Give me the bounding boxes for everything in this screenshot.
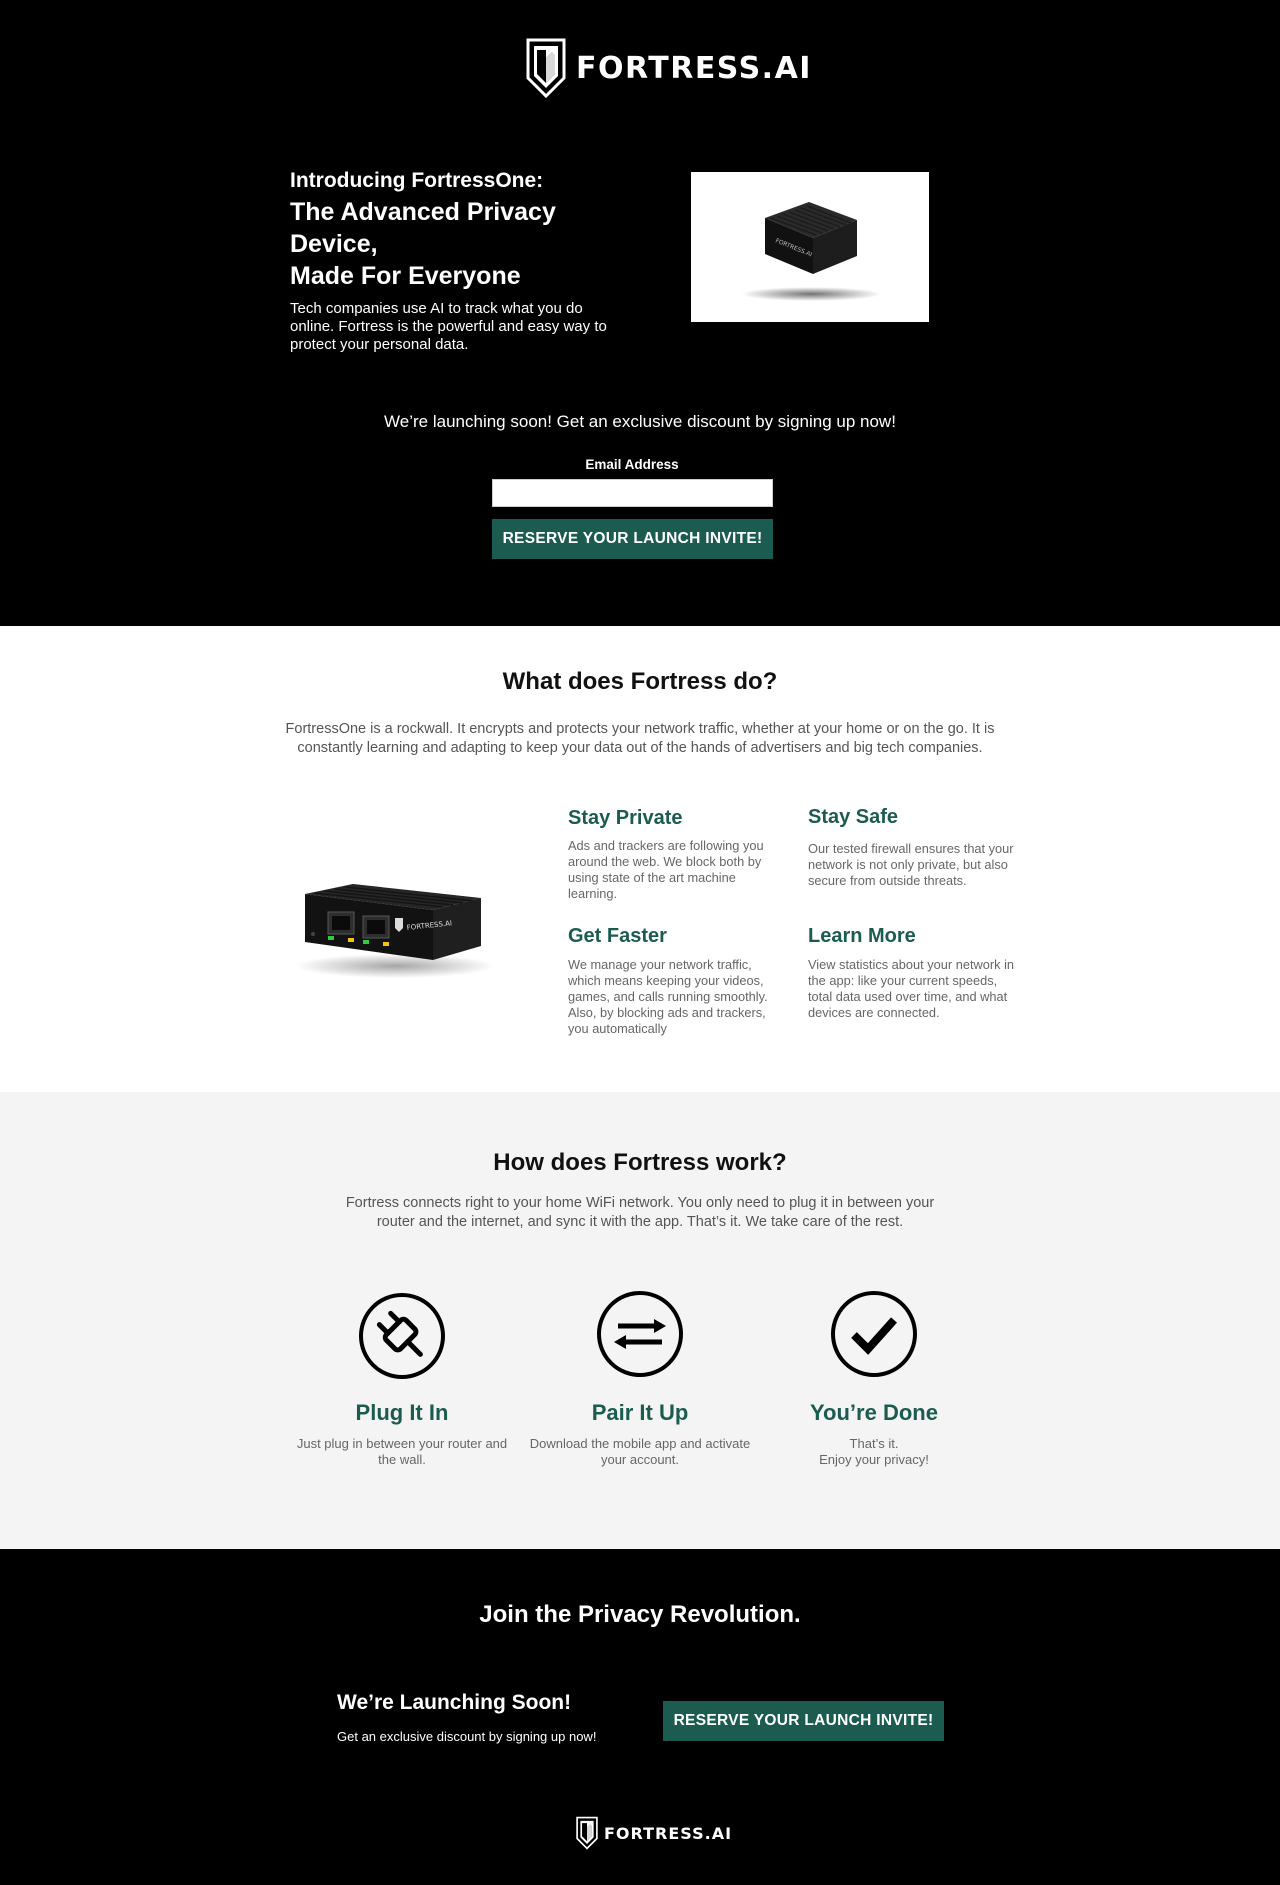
hero-section: FORTRESS.AI Introducing FortressOne: The… (0, 0, 1280, 626)
feature-text: Ads and trackers are following you aroun… (568, 838, 764, 901)
launch-title: We’re Launching Soon! (337, 1691, 572, 1714)
feature-text: We manage your network traffic, which me… (568, 957, 768, 1036)
hero-copy: Introducing FortressOne: The Advanced Pr… (290, 168, 640, 354)
how-description: Fortress connects right to your home WiF… (345, 1195, 935, 1230)
checkmark-icon (831, 1291, 917, 1377)
what-description: FortressOne is a rockwall. It encrypts a… (285, 721, 995, 756)
device-image: FORTRESS.AI (741, 202, 881, 301)
step-title: Plug It In (355, 1400, 449, 1425)
hero-kicker: Introducing FortressOne: (290, 169, 544, 192)
footer-logo[interactable]: FORTRESS.AI (576, 1816, 732, 1850)
feature-title: Get Faster (568, 925, 667, 947)
brand-name: FORTRESS.AI (576, 50, 812, 86)
shield-logo-icon (526, 38, 566, 98)
signup-tagline: We’re launching soon! Get an exclusive d… (384, 412, 896, 431)
step-plug-it-in: Plug It In Just plug in between your rou… (287, 1292, 517, 1468)
swap-arrows-icon (597, 1291, 683, 1377)
feature-get-faster: Get Faster We manage your network traffi… (568, 924, 783, 1037)
hero-description: Tech companies use AI to track what you … (290, 300, 607, 353)
email-input[interactable] (492, 479, 773, 507)
step-title: Pair It Up (591, 1400, 689, 1425)
feature-text: View statistics about your network in th… (808, 957, 1015, 1020)
join-section: Join the Privacy Revolution. We’re Launc… (0, 1549, 1280, 1885)
feature-title: Learn More (808, 925, 916, 947)
hero-title-line-1: The Advanced Privacy Device, (290, 198, 556, 258)
what-title: What does Fortress do? (502, 668, 778, 695)
what-section: What does Fortress do? FortressOne is a … (0, 626, 1280, 1092)
join-title: Join the Privacy Revolution. (479, 1601, 801, 1628)
feature-learn-more: Learn More View statistics about your ne… (808, 924, 1023, 1021)
feature-title: Stay Private (568, 807, 683, 829)
launch-subtitle: Get an exclusive discount by signing up … (337, 1729, 597, 1744)
step-text: Download the mobile app and activate you… (529, 1436, 751, 1467)
reserve-invite-button[interactable]: RESERVE YOUR LAUNCH INVITE! (492, 519, 773, 559)
hero-title-line-2: Made For Everyone (290, 262, 521, 290)
product-photo: FORTRESS.AI (691, 172, 929, 322)
step-text: Just plug in between your router and the… (296, 1436, 508, 1467)
step-youre-done: You’re Done That’s it. Enjoy your privac… (759, 1290, 989, 1468)
hero-title: The Advanced Privacy Device, Made For Ev… (290, 196, 640, 292)
email-label: Email Address (585, 457, 679, 472)
feature-stay-private: Stay Private Ads and trackers are follow… (568, 806, 783, 902)
plug-icon (359, 1293, 445, 1379)
step-pair-it-up: Pair It Up Download the mobile app and a… (525, 1290, 755, 1468)
device-closeup-image: FORTRESS.AI (295, 884, 495, 978)
feature-stay-safe: Stay Safe Our tested firewall ensures th… (808, 805, 1023, 889)
brand-logo[interactable]: FORTRESS.AI (526, 38, 812, 98)
reserve-invite-button-footer[interactable]: RESERVE YOUR LAUNCH INVITE! (663, 1701, 944, 1741)
shield-logo-icon (576, 1816, 598, 1850)
how-section: How does Fortress work? Fortress connect… (0, 1092, 1280, 1549)
feature-text: Our tested firewall ensures that your ne… (808, 841, 1014, 888)
brand-name: FORTRESS.AI (604, 1823, 733, 1843)
how-title: How does Fortress work? (493, 1149, 787, 1176)
step-title: You’re Done (810, 1400, 938, 1425)
step-text: That’s it. Enjoy your privacy! (819, 1436, 929, 1467)
feature-title: Stay Safe (808, 806, 899, 828)
